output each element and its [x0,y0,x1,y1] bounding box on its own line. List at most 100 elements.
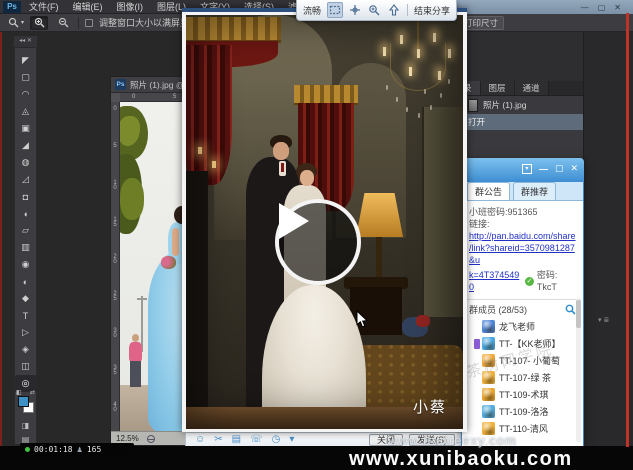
qq-panel-titlebar[interactable]: ▾ — ▢ ✕ [461,158,584,182]
search-icon[interactable] [565,304,576,315]
shape-tool[interactable]: ◈ [15,341,36,358]
foreground-color-swatch[interactable] [18,396,29,407]
panel-settings-icon[interactable]: ▾ [522,164,532,174]
close-icon[interactable]: ✕ [614,3,621,12]
zoom-in-button[interactable] [366,2,381,18]
dodge-tool[interactable]: ◐ [15,273,36,290]
menu-file[interactable]: 文件(F) [29,0,59,13]
member-row[interactable]: TT-109-洛洛 [462,403,583,420]
zoom-out-button[interactable] [54,16,72,30]
history-step-label: 打开 [468,116,485,128]
menu-edit[interactable]: 编辑(E) [73,0,103,13]
message-history-icon[interactable]: ◷ [272,433,281,446]
gradient-tool[interactable]: ▥ [15,239,36,256]
minimize-icon[interactable]: — [539,164,548,174]
upload-share-button[interactable] [386,2,401,18]
panel-menu-icon[interactable]: ▾ ≣ [598,316,609,324]
brush-tool[interactable]: ◿ [15,171,36,188]
type-tool[interactable]: T [15,307,36,324]
recording-time: 00:01:18 [34,445,73,454]
member-row[interactable]: TT-107- 小葡萄 [462,352,583,369]
ruler-corner [111,93,120,102]
tab-layers[interactable]: 图层 [481,81,515,95]
tab-group-recommend[interactable]: 群推荐 [513,182,556,200]
baidu-pan-link[interactable]: http://pan.baidu.com/share [469,230,578,242]
pen-tool[interactable]: ◆ [15,290,36,307]
quality-label[interactable]: 流畅 [303,4,321,17]
member-row[interactable]: TT-【KK老师】 [462,335,583,352]
baidu-pan-link[interactable]: /link?shareid=3570981287&u [469,242,578,266]
caret-down-icon[interactable]: ▾ [289,433,294,446]
lasso-tool[interactable]: ◠ [15,86,36,103]
qq-group-panel: ▾ — ▢ ✕ 群公告 群推荐 小班密码:951365 链接: http://p… [461,158,584,447]
blur-tool[interactable]: ◉ [15,256,36,273]
hand-tool[interactable]: ◫ [15,358,36,375]
move-view-button[interactable] [347,2,362,18]
zoom-in-button[interactable] [30,16,48,30]
healing-brush-tool[interactable]: ◍ [15,154,36,171]
baidu-pan-link[interactable]: k=4T3745490 [469,269,522,293]
history-snapshot-row[interactable]: 照片 (1).jpg [455,96,583,114]
play-icon [279,203,309,239]
snapshot-thumbnail [468,99,478,112]
screen: Ps 文件(F) 编辑(E) 图像(I) 图层(L) 文字(Y) 选择(S) 滤… [0,0,633,470]
maximize-icon[interactable]: ▢ [598,3,606,12]
tab-channels[interactable]: 通道 [515,81,549,95]
play-button[interactable] [275,199,361,285]
quick-mask-button[interactable]: ◨ [15,418,36,432]
member-row[interactable]: TT-109-术琪 [462,386,583,403]
toolbar-separator [407,4,408,16]
qq-window-controls: ▾ — ▢ ✕ [522,163,578,174]
members-list: 龙飞老师 TT-【KK老师】 TT-107- 小葡萄 TT-107-绿 茶 TT… [462,318,583,437]
scrollbar-thumb[interactable] [576,300,581,328]
close-chat-button[interactable]: 关闭 [369,434,403,446]
close-icon[interactable]: ✕ [570,163,578,174]
crop-tool[interactable]: ▣ [15,120,36,137]
zoom-level[interactable]: 12.5% [116,434,139,443]
zoom-tool-icon[interactable]: ▾ [8,17,24,28]
screenshare-border-left [0,32,2,446]
qq-main-titlebar: — ▢ ✕ [455,0,633,14]
fit-screen-checkbox[interactable] [85,19,93,27]
eraser-tool[interactable]: ▱ [15,222,36,239]
move-tool[interactable]: ◤ [15,52,36,69]
history-brush-tool[interactable]: ◖ [15,205,36,222]
passerby-shape [132,334,139,342]
history-open-row[interactable]: 打开 [455,114,583,130]
minimize-icon[interactable]: — [581,3,589,12]
bouquet-shape [161,256,176,269]
clone-stamp-tool[interactable]: ◘ [15,188,36,205]
photoshop-logo-icon: Ps [3,1,21,13]
screenshot-icon[interactable]: ✂ [214,433,222,446]
quick-selection-tool[interactable]: ◬ [15,103,36,120]
ps-file-icon: Ps [115,79,126,90]
send-image-icon[interactable]: ▤ [232,433,241,446]
end-share-button[interactable]: 结束分享 [414,4,450,17]
capture-region-button[interactable] [327,2,343,18]
foliage-shape [120,178,144,220]
member-row[interactable]: TT-107-绿 茶 [462,369,583,386]
menu-image[interactable]: 图像(I) [117,0,144,13]
default-colors-icon[interactable]: ◧ [16,389,22,396]
marquee-tool[interactable]: ▢ [15,69,36,86]
tools-panel-header[interactable]: ◂◂ ✕ [14,36,37,47]
path-selection-tool[interactable]: ▷ [15,324,36,341]
maximize-icon[interactable]: ▢ [555,163,564,174]
ruler-left: 0 5 10 15 20 25 30 35 40 [111,102,120,431]
pole-shape [137,298,147,300]
recording-dot-icon [25,447,30,452]
swap-colors-icon[interactable]: ⇄ [30,389,35,396]
options-separator [78,17,79,29]
eyedropper-tool[interactable]: ◢ [15,137,36,154]
class-password-line: 小班密码:951365 [469,206,578,218]
tab-group-announcement[interactable]: 群公告 [467,182,510,200]
send-button[interactable]: 发送(S) [409,434,455,446]
members-header: 群成员 (28/53) [462,300,583,318]
video-frame[interactable]: 小蔡 [186,15,463,429]
shake-window-icon[interactable]: ☏ [250,433,263,446]
qq-panel-tabs: 群公告 群推荐 [462,182,583,201]
member-row[interactable]: TT-110-清风 [462,420,583,437]
member-avatar [482,371,495,384]
emoji-icon[interactable]: ☺ [195,433,205,446]
member-row[interactable]: 龙飞老师 [462,318,583,335]
